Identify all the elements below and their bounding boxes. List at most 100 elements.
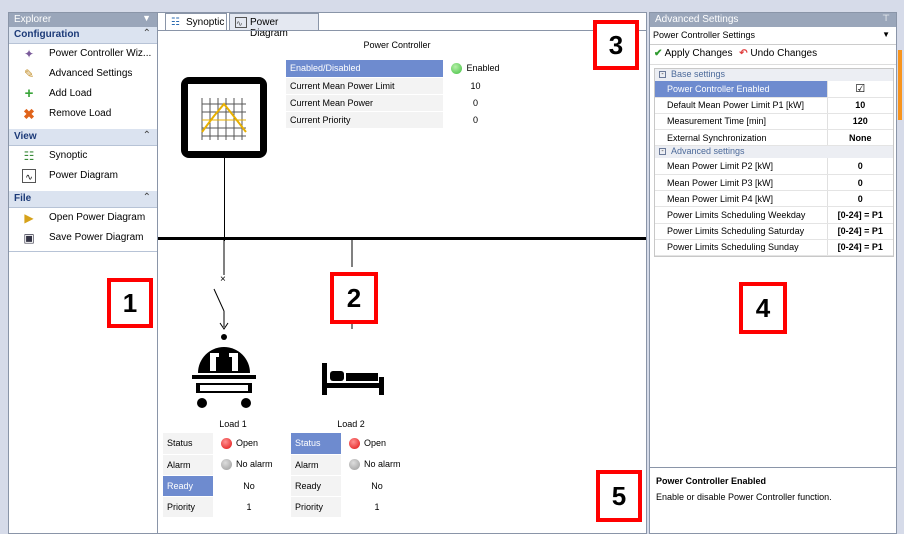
apply-changes-button[interactable]: ✔ Apply Changes (654, 48, 732, 59)
save-icon: ▣ (23, 231, 35, 245)
property-value[interactable]: 0 (826, 190, 893, 208)
category-base-settings[interactable]: - Base settings (655, 69, 893, 81)
item-add-load[interactable]: + Add Load (9, 84, 157, 104)
property-row[interactable]: Measurement Time [min] 120 (655, 113, 893, 131)
property-value[interactable]: 0 (826, 158, 893, 175)
value-text: Open (236, 437, 259, 448)
collapse-icon[interactable]: ⌃ (143, 130, 151, 141)
item-open-power-diagram[interactable]: ▶ Open Power Diagram (9, 208, 157, 228)
callout-number: 5 (600, 474, 638, 518)
table-row[interactable]: Ready No (163, 475, 285, 497)
property-value[interactable]: [0-24] = P1 (826, 223, 893, 240)
section-configuration[interactable]: Configuration ⌃ (9, 27, 157, 44)
enabled-checkbox[interactable]: ☑ (826, 81, 893, 98)
row-value: 0 (443, 111, 508, 129)
table-row[interactable]: Ready No (291, 475, 413, 497)
table-row[interactable]: Enabled/Disabled Enabled (286, 60, 508, 78)
item-label: Add Load (49, 88, 92, 99)
callout-5: 5 (596, 470, 642, 522)
property-row[interactable]: Power Limits Scheduling Sunday [0-24] = P… (655, 239, 893, 256)
item-label: Advanced Settings (49, 68, 133, 79)
table-row[interactable]: Current Priority 0 (286, 111, 508, 129)
section-label: File (14, 193, 32, 204)
table-row[interactable]: Priority 1 (291, 496, 413, 518)
collapse-icon[interactable]: ⌃ (143, 192, 151, 203)
item-remove-load[interactable]: ✖ Remove Load (9, 104, 157, 124)
property-value[interactable]: None (826, 129, 893, 147)
table-row[interactable]: Alarm No alarm (163, 454, 285, 476)
table-row[interactable]: Priority 1 (163, 496, 285, 518)
pin-icon[interactable]: ⊤ (882, 13, 890, 24)
callout-4: 4 (739, 282, 787, 334)
property-row[interactable]: Default Mean Power Limit P1 [kW] 10 (655, 97, 893, 114)
property-row[interactable]: External Synchronization None (655, 129, 893, 147)
property-value[interactable]: 0 (826, 174, 893, 192)
advanced-title-bar: Advanced Settings ⊤ (650, 13, 896, 27)
item-synoptic[interactable]: ☷ Synoptic (9, 146, 157, 166)
tab-synoptic[interactable]: ☷ Synoptic (165, 13, 227, 31)
table-row[interactable]: Alarm No alarm (291, 454, 413, 476)
load2-table: Status Open Alarm No alarm Ready No Priorit… (291, 433, 413, 518)
edge-accent (898, 50, 902, 120)
category-label: Base settings (671, 69, 726, 79)
status-led-icon (221, 437, 232, 449)
property-value[interactable]: 120 (826, 113, 893, 131)
item-power-diagram[interactable]: ∿ Power Diagram (9, 166, 157, 186)
trolley-icon[interactable] (188, 331, 260, 413)
row-label: Current Mean Power (286, 94, 443, 112)
callout-number: 3 (597, 24, 635, 66)
row-label: Alarm (291, 454, 341, 476)
power-controller-icon[interactable] (181, 77, 267, 158)
row-label: Priority (163, 496, 213, 518)
callout-1: 1 (107, 278, 153, 328)
item-label: Open Power Diagram (49, 212, 146, 223)
advanced-settings-panel: Advanced Settings ⊤ Power Controller Set… (649, 12, 897, 534)
undo-changes-button[interactable]: ↶ Undo Changes (739, 48, 817, 59)
table-row[interactable]: Current Mean Power Limit 10 (286, 77, 508, 95)
tab-label: Synoptic (186, 17, 225, 28)
item-save-power-diagram[interactable]: ▣ Save Power Diagram (9, 228, 157, 248)
collapse-icon[interactable]: - (659, 148, 666, 156)
category-advanced-settings[interactable]: - Advanced settings (655, 146, 893, 159)
synoptic-view: ☷ Synoptic ∿ Power Diagram Power Controlle… (157, 12, 647, 534)
collapse-icon[interactable]: - (659, 71, 666, 78)
property-value[interactable]: 10 (826, 97, 893, 114)
callout-number: 2 (334, 276, 374, 320)
item-power-controller-wizard[interactable]: ✦ Power Controller Wiz... (9, 44, 157, 64)
section-view[interactable]: View ⌃ (9, 129, 157, 146)
table-row[interactable]: Current Mean Power 0 (286, 94, 508, 112)
property-value[interactable]: [0-24] = P1 (826, 206, 893, 224)
property-row[interactable]: Mean Power Limit P4 [kW] 0 (655, 190, 893, 208)
load1-table: Status Open Alarm No alarm Ready No Priorit… (163, 433, 285, 518)
pin-icon[interactable]: ▼ (142, 13, 151, 23)
section-file[interactable]: File ⌃ (9, 191, 157, 208)
property-label: Mean Power Limit P3 [kW] (655, 174, 827, 192)
row-label: Ready (163, 475, 213, 497)
description-panel: Power Controller Enabled Enable or disab… (650, 467, 896, 533)
row-value: 0 (443, 94, 508, 112)
property-row[interactable]: Mean Power Limit P2 [kW] 0 (655, 158, 893, 175)
checkbox-icon: ☑ (855, 83, 866, 96)
table-row[interactable]: Status Open (163, 433, 285, 455)
tab-power-diagram[interactable]: ∿ Power Diagram (229, 13, 319, 39)
bed-icon[interactable] (318, 359, 388, 399)
row-label: Ready (291, 475, 341, 497)
chevron-down-icon: ▼ (882, 30, 890, 39)
description-text: Enable or disable Power Controller funct… (656, 492, 832, 502)
alarm-led-icon (221, 459, 232, 471)
remove-icon: ✖ (23, 106, 35, 122)
item-advanced-settings[interactable]: ✎ Advanced Settings (9, 64, 157, 84)
item-label: Synoptic (49, 150, 88, 161)
property-row[interactable]: Power Limits Scheduling Saturday [0-24] =… (655, 223, 893, 240)
property-label: Power Limits Scheduling Sunday (655, 239, 827, 256)
property-value[interactable]: [0-24] = P1 (826, 239, 893, 256)
synoptic-icon: ☷ (171, 17, 180, 28)
property-row[interactable]: Power Controller Enabled ☑ (655, 81, 893, 98)
collapse-icon[interactable]: ⌃ (143, 28, 151, 39)
property-label: Power Limits Scheduling Weekday (655, 206, 827, 224)
property-row[interactable]: Power Limits Scheduling Weekday [0-24] = … (655, 206, 893, 224)
settings-dropdown[interactable]: Power Controller Settings ▼ (650, 27, 896, 45)
property-label: Measurement Time [min] (655, 113, 827, 131)
table-row[interactable]: Status Open (291, 433, 413, 455)
property-row[interactable]: Mean Power Limit P3 [kW] 0 (655, 174, 893, 192)
